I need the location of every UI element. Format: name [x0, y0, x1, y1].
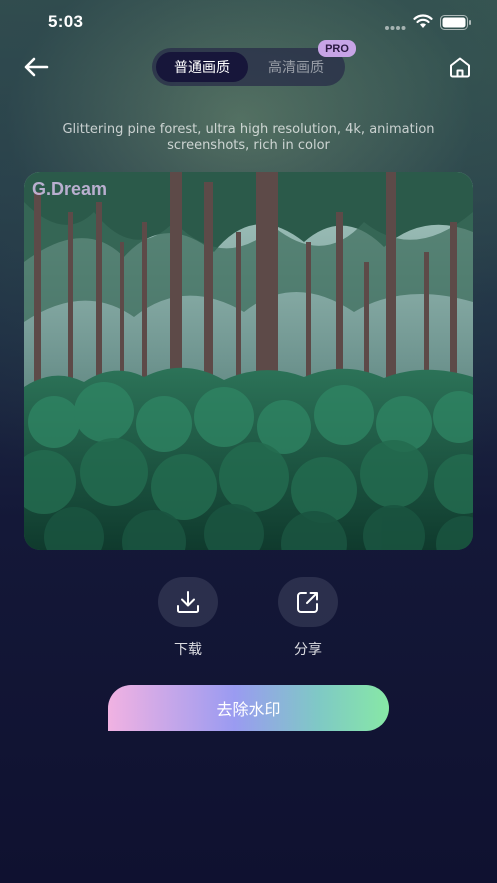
home-icon	[450, 57, 470, 78]
back-button[interactable]	[20, 52, 52, 82]
pro-badge: PRO	[318, 40, 356, 57]
status-time: 5:03	[48, 12, 84, 31]
quality-segmented-control: 普通画质 高清画质	[152, 48, 345, 86]
download-circle	[158, 577, 218, 627]
share-icon	[297, 592, 318, 613]
home-button[interactable]	[445, 52, 475, 82]
battery-icon	[440, 15, 472, 34]
share-button[interactable]: 分享	[278, 577, 338, 659]
download-button[interactable]: 下载	[158, 577, 218, 659]
image-watermark: G.Dream	[32, 179, 108, 199]
download-icon	[177, 591, 199, 613]
tab-standard-quality[interactable]: 普通画质	[156, 52, 248, 82]
wifi-icon	[413, 14, 433, 33]
download-label: 下载	[174, 642, 202, 658]
generated-image: G.Dream	[24, 172, 473, 550]
status-bar: 5:03	[0, 0, 497, 44]
share-circle	[278, 577, 338, 627]
prompt-text: Glittering pine forest, ultra high resol…	[62, 122, 435, 153]
signal-icon	[384, 18, 406, 37]
remove-watermark-button[interactable]: 去除水印	[108, 685, 389, 731]
share-label: 分享	[294, 642, 322, 658]
arrow-left-icon	[24, 57, 49, 77]
